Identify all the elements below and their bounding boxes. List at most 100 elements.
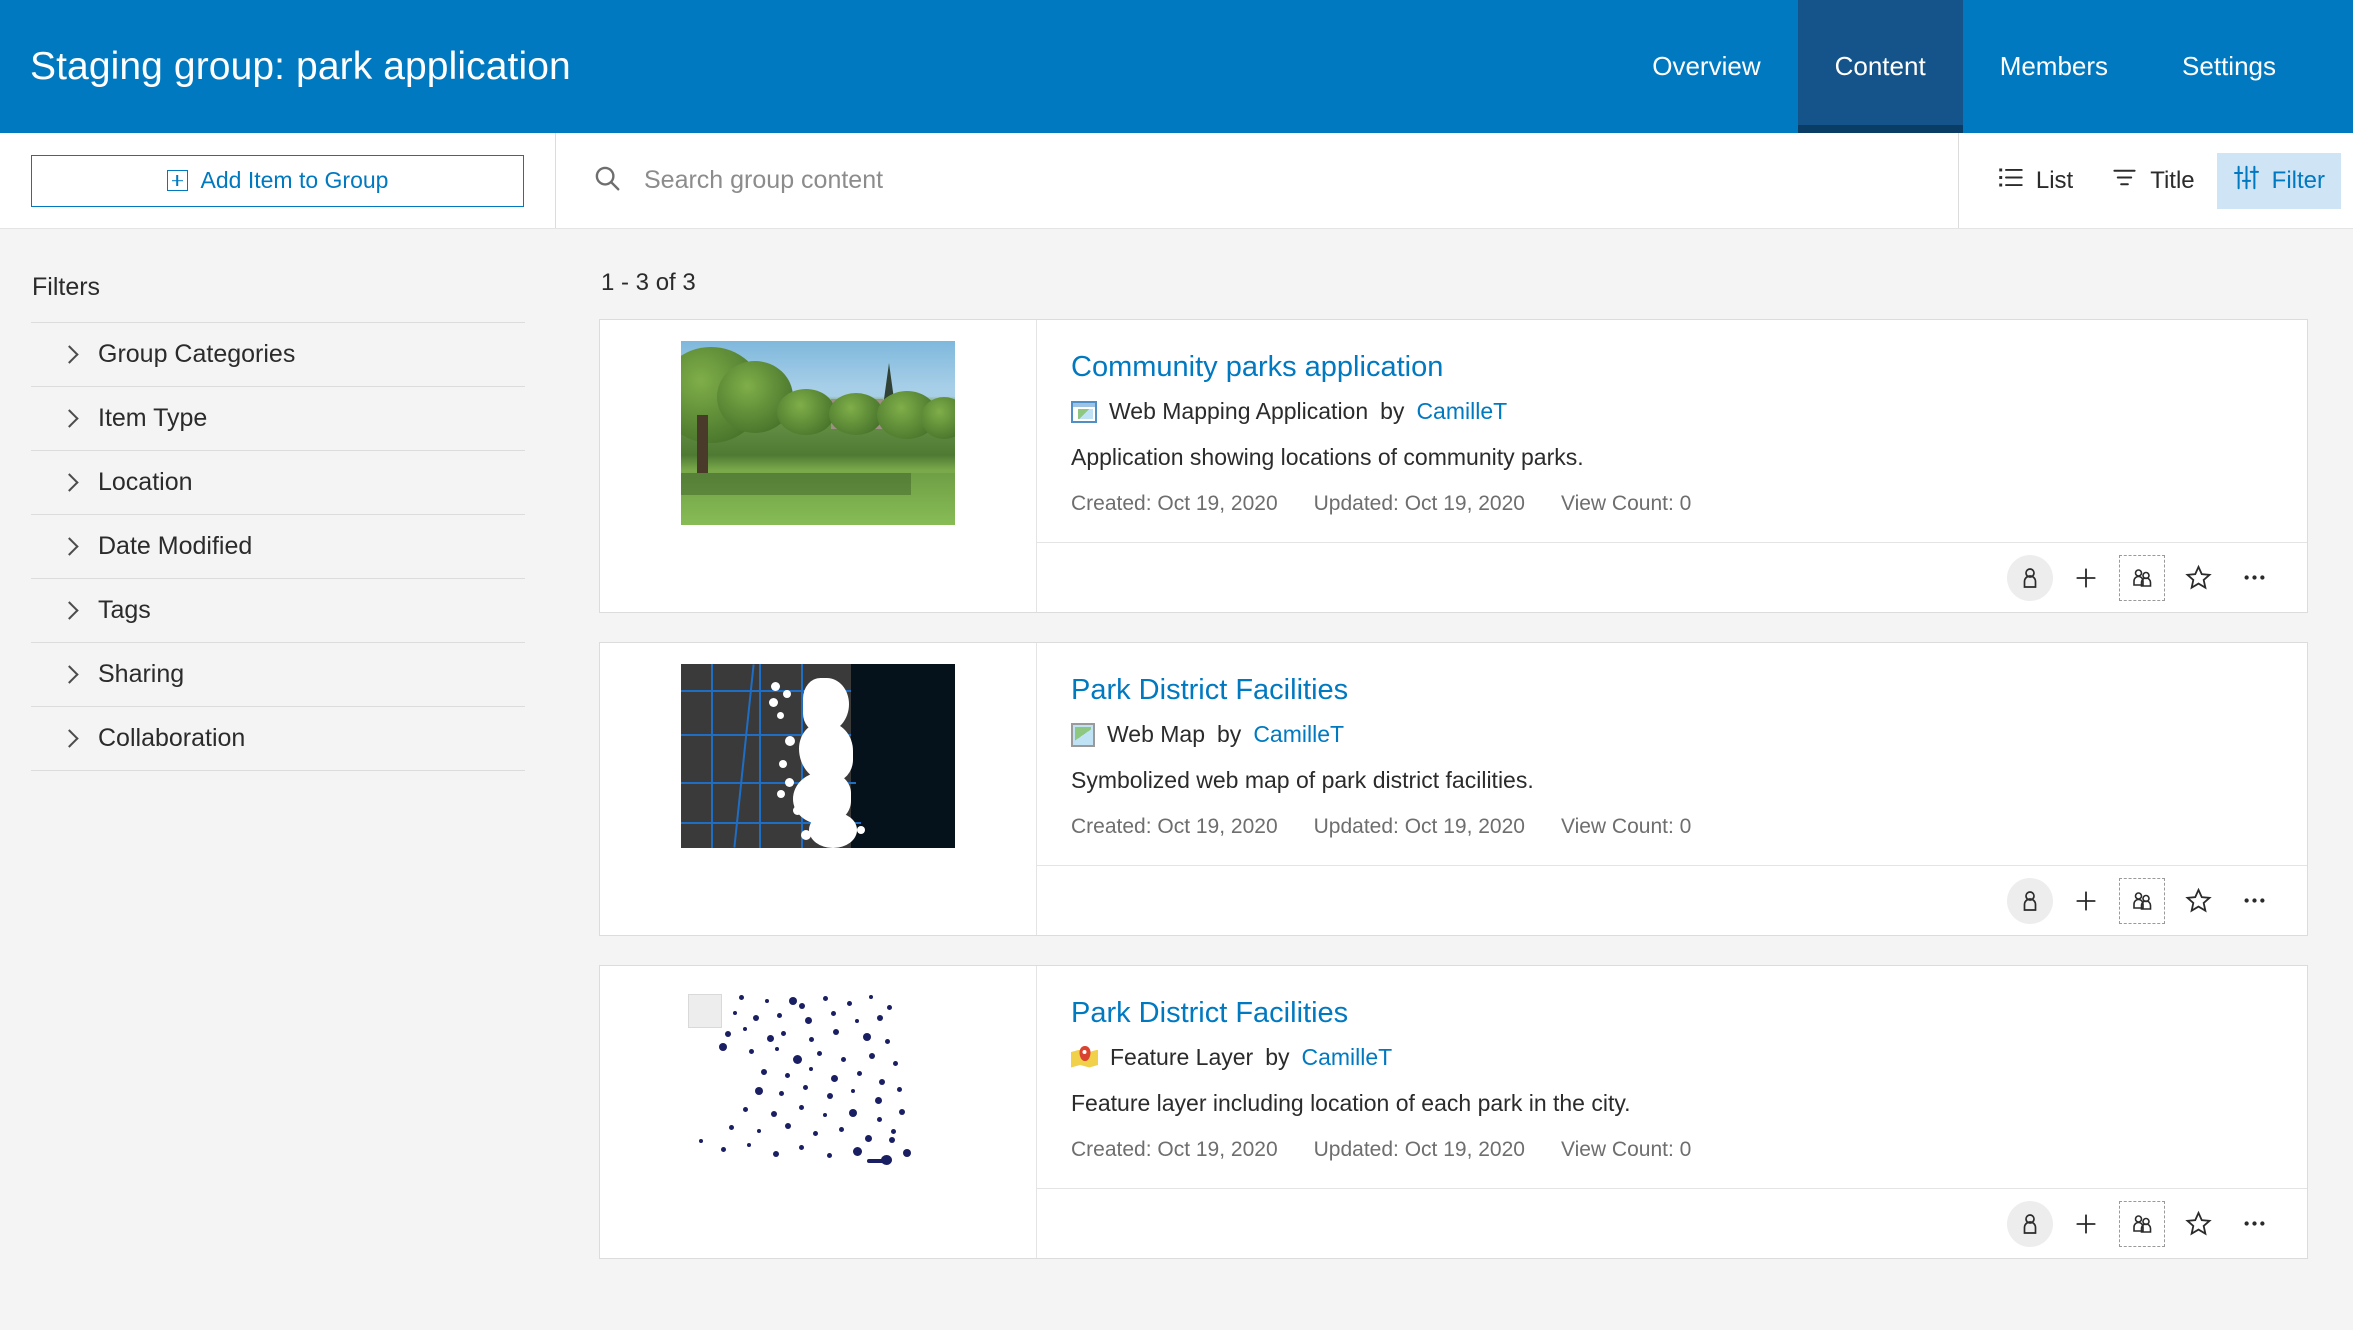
- item-actions: [1037, 865, 2307, 935]
- tab-settings-label: Settings: [2182, 51, 2276, 81]
- tab-content[interactable]: Content: [1797, 0, 1963, 133]
- point-dot: [785, 778, 794, 787]
- content-toolbar: Add Item to Group List: [0, 133, 2353, 229]
- toolbar-right-section: List Title Filter: [1959, 133, 2353, 228]
- filter-item-group-categories[interactable]: Group Categories: [31, 323, 525, 387]
- share-owner-icon[interactable]: [2007, 877, 2053, 924]
- chevron-right-icon: [60, 601, 79, 620]
- search-input[interactable]: [644, 166, 1922, 195]
- item-card[interactable]: Park District Facilities Web Map by Cami…: [599, 642, 2308, 936]
- filter-item-sharing[interactable]: Sharing: [31, 643, 525, 707]
- add-icon[interactable]: [2063, 878, 2109, 924]
- road-line: [759, 664, 761, 848]
- filter-item-collaboration[interactable]: Collaboration: [31, 707, 525, 771]
- filters-heading: Filters: [32, 273, 101, 301]
- filters-sidebar: Filters Group Categories Item Type Locat…: [0, 229, 556, 1330]
- item-card[interactable]: Park District Facilities Feature Layer b…: [599, 965, 2308, 1259]
- filter-item-tags[interactable]: Tags: [31, 579, 525, 643]
- item-title-link[interactable]: Park District Facilities: [1071, 997, 1348, 1030]
- item-meta-row: Created: Oct 19, 2020 Updated: Oct 19, 2…: [1071, 492, 2273, 516]
- point-dot: [777, 790, 785, 798]
- more-options-icon[interactable]: [2231, 878, 2277, 924]
- share-group-icon[interactable]: [2119, 554, 2165, 601]
- item-owner-link[interactable]: CamilleT: [1302, 1044, 1393, 1071]
- tab-members[interactable]: Members: [1963, 0, 2145, 133]
- item-title-link[interactable]: Community parks application: [1071, 351, 1443, 384]
- tab-content-label: Content: [1834, 51, 1926, 81]
- item-owner-link[interactable]: CamilleT: [1253, 721, 1344, 748]
- filter-item-label: Location: [98, 468, 193, 496]
- point-dot: [783, 690, 791, 698]
- share-group-icon[interactable]: [2119, 1200, 2165, 1247]
- point-dot: [769, 698, 778, 707]
- point-dot: [801, 830, 811, 840]
- filter-item-label: Group Categories: [98, 340, 296, 368]
- item-created: Created: Oct 19, 2020: [1071, 492, 1278, 515]
- tab-settings[interactable]: Settings: [2145, 0, 2313, 133]
- filter-item-date-modified[interactable]: Date Modified: [31, 515, 525, 579]
- item-thumbnail-cell: [600, 643, 1037, 935]
- share-owner-icon[interactable]: [2007, 554, 2053, 601]
- point-dot: [777, 712, 784, 719]
- item-title-link[interactable]: Park District Facilities: [1071, 674, 1348, 707]
- share-owner-icon[interactable]: [2007, 1200, 2053, 1247]
- item-info: Park District Facilities Web Map by Cami…: [1037, 643, 2307, 865]
- item-by-label: by: [1265, 1044, 1290, 1070]
- filter-toggle-button[interactable]: Filter: [2216, 152, 2341, 209]
- more-options-icon[interactable]: [2231, 1201, 2277, 1247]
- filter-item-label: Sharing: [98, 660, 185, 688]
- item-created: Created: Oct 19, 2020: [1071, 1138, 1278, 1161]
- tab-members-label: Members: [1999, 51, 2109, 81]
- tree-shape: [829, 393, 883, 435]
- chevron-right-icon: [60, 729, 79, 748]
- filter-item-label: Collaboration: [98, 724, 246, 752]
- item-owner-link[interactable]: CamilleT: [1416, 398, 1507, 425]
- item-meta-row: Created: Oct 19, 2020 Updated: Oct 19, 2…: [1071, 1138, 2273, 1162]
- scatter-points-thumbnail[interactable]: [681, 987, 955, 1171]
- item-snippet: Feature layer including location of each…: [1071, 1090, 1631, 1116]
- search-section: [556, 133, 1959, 228]
- item-created: Created: Oct 19, 2020: [1071, 815, 1278, 838]
- favorite-star-icon[interactable]: [2175, 1201, 2221, 1247]
- filter-item-item-type[interactable]: Item Type: [31, 387, 525, 451]
- filter-list: Group Categories Item Type Location Date…: [31, 322, 525, 771]
- web-mapping-application-icon: [1071, 400, 1097, 423]
- view-list-button[interactable]: List: [1981, 153, 2089, 209]
- favorite-star-icon[interactable]: [2175, 555, 2221, 601]
- main-nav-tabs: Overview Content Members Settings: [1615, 0, 2353, 133]
- park-photo-thumbnail[interactable]: [681, 341, 955, 525]
- header-right-spacer: [2313, 0, 2353, 133]
- thumbnail-placeholder-box: [688, 994, 722, 1028]
- item-view-count: View Count: 0: [1560, 815, 1692, 838]
- item-card[interactable]: Community parks application Web Mapping …: [599, 319, 2308, 613]
- item-type-label: Web Map: [1107, 721, 1206, 747]
- more-options-icon[interactable]: [2231, 555, 2277, 601]
- filter-item-location[interactable]: Location: [31, 451, 525, 515]
- item-actions: [1037, 542, 2307, 612]
- add-icon[interactable]: [2063, 1201, 2109, 1247]
- tab-overview[interactable]: Overview: [1615, 0, 1797, 133]
- add-item-to-group-label: Add Item to Group: [200, 167, 389, 193]
- view-list-label: List: [2035, 166, 2074, 194]
- web-map-icon: [1071, 722, 1095, 747]
- item-type-row: Web Mapping Application by CamilleT: [1071, 398, 2273, 425]
- add-icon[interactable]: [2063, 555, 2109, 601]
- share-group-icon[interactable]: [2119, 877, 2165, 924]
- chevron-right-icon: [60, 409, 79, 428]
- item-updated: Updated: Oct 19, 2020: [1313, 492, 1525, 515]
- dark-basemap-thumbnail[interactable]: [681, 664, 955, 848]
- add-item-to-group-button[interactable]: Add Item to Group: [31, 154, 524, 207]
- filter-sliders-icon: [2233, 164, 2260, 198]
- item-thumbnail-cell: [600, 320, 1037, 612]
- sort-title-button[interactable]: Title: [2095, 153, 2210, 209]
- item-snippet: Application showing locations of communi…: [1071, 444, 1584, 470]
- item-actions: [1037, 1188, 2307, 1258]
- favorite-star-icon[interactable]: [2175, 878, 2221, 924]
- item-type-label: Feature Layer: [1110, 1044, 1254, 1070]
- toolbar-left-section: Add Item to Group: [0, 133, 556, 228]
- chevron-right-icon: [60, 473, 79, 492]
- filter-item-label: Item Type: [98, 404, 208, 432]
- page-header: Staging group: park application Overview…: [0, 0, 2353, 133]
- item-thumbnail-cell: [600, 966, 1037, 1258]
- item-details: Community parks application Web Mapping …: [1037, 320, 2307, 612]
